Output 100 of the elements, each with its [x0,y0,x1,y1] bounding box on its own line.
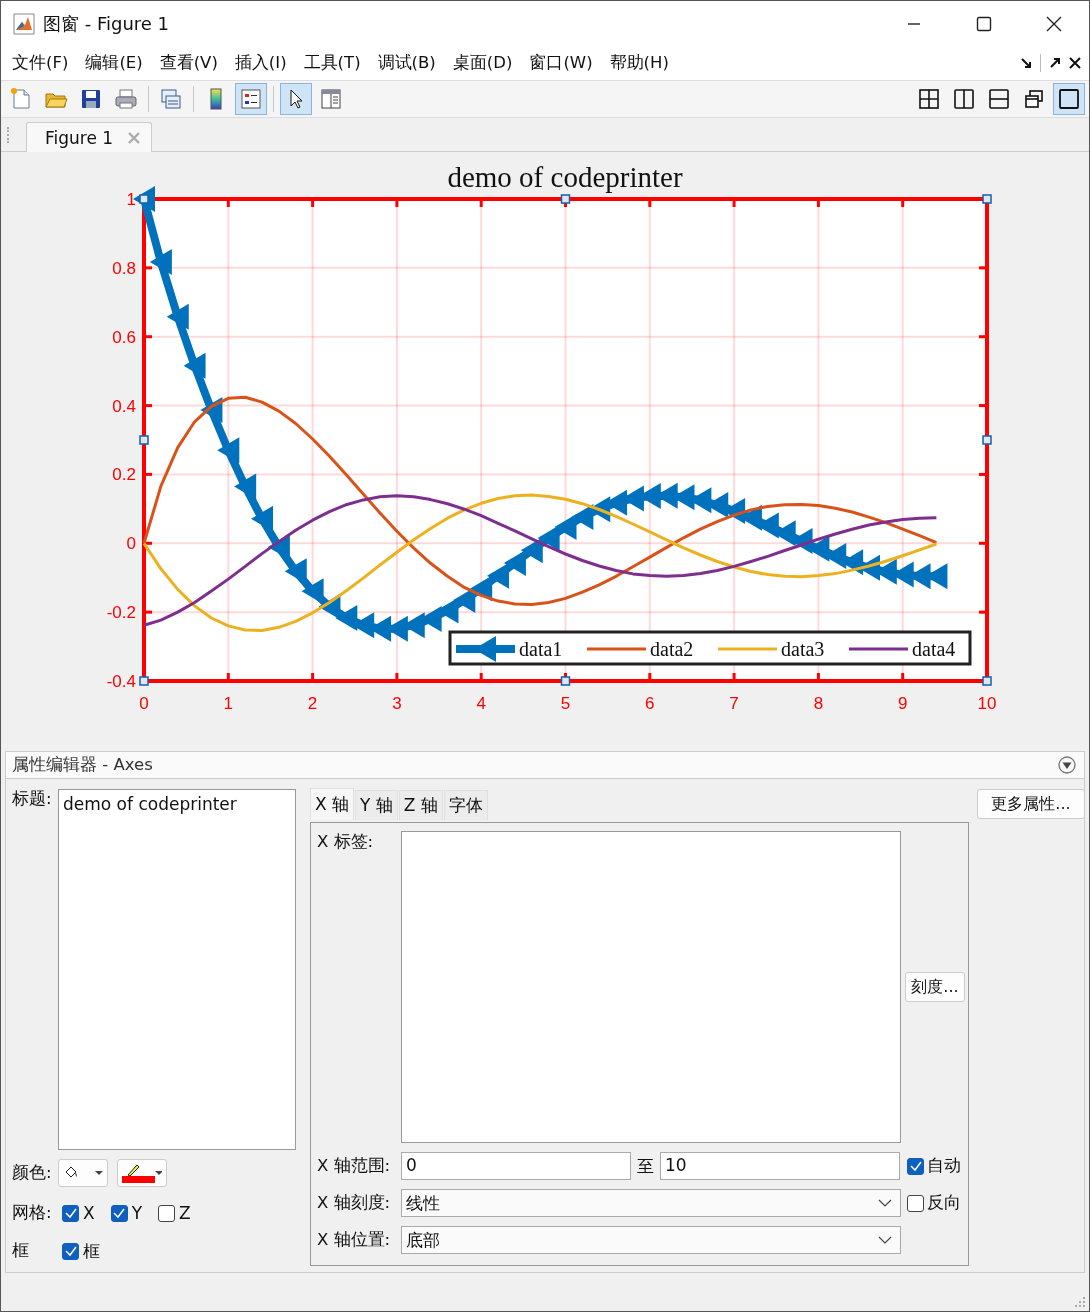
range-from-field[interactable]: 0 [401,1152,631,1180]
tick-label: -0.4 [106,672,136,691]
edge-color-button[interactable] [117,1159,167,1187]
selection-handle[interactable] [560,194,571,204]
triangle-marker [554,514,577,541]
minimize-icon [907,22,921,25]
legend-icon [239,87,263,111]
triangle-marker [537,525,560,552]
tick-label: 0.6 [112,327,136,347]
chevron-icon [878,1236,892,1244]
tick-label: 0 [139,694,149,713]
triangle-marker [183,352,206,379]
menu-item[interactable]: 桌面(D) [445,50,520,76]
checkbox[interactable] [62,1204,79,1222]
checkbox[interactable] [110,1204,128,1222]
legend-line [849,647,908,651]
legend-tool-button[interactable] [235,83,267,115]
arrow-icon[interactable] [1049,57,1061,69]
maximize-icon [976,15,992,32]
triangle-marker [234,473,257,500]
collapse-icon[interactable] [1058,756,1076,774]
range-separator: 至 [637,1154,654,1178]
legend-label: data4 [912,638,956,660]
tick-label: 0.8 [112,258,136,278]
close-icon[interactable] [1069,57,1081,69]
menu-item[interactable]: 编辑(E) [78,50,150,76]
checkbox[interactable] [907,1157,924,1175]
cols2-layout-icon [953,88,975,110]
title-field[interactable]: demo of codeprinter [58,789,296,1150]
print-icon [114,87,138,111]
field-label: X 标签: [317,831,375,853]
float-layout-icon [1023,88,1045,110]
checkbox-label: 自动 [927,1155,961,1177]
scale-dropdown[interactable]: 线性 [401,1189,901,1217]
field-label: X 轴范围: [317,1155,392,1177]
checkbox[interactable] [907,1194,924,1212]
checkbox-label: X [83,1203,95,1223]
fill-color-button[interactable] [58,1159,108,1187]
single-layout-button[interactable] [1053,83,1085,115]
selection-handle[interactable] [982,194,992,204]
tick-label: 10 [977,694,997,713]
xlabel-field[interactable] [401,831,901,1143]
pointer-tool-button[interactable] [280,83,312,115]
selection-handle[interactable] [139,435,149,445]
arrow-icon[interactable] [1020,57,1032,69]
field-label: 网格: [12,1202,53,1224]
tick-label: 7 [729,694,739,713]
tick-label: 9 [897,694,908,713]
triangle-marker [149,249,172,275]
chart-title: demo of codeprinter [447,161,683,193]
triangle-marker [335,605,358,631]
axis-tab[interactable]: X 轴 [310,788,355,820]
field-label: X 轴刻度: [317,1192,392,1214]
triangle-marker [301,578,324,605]
tick-label: 0.4 [112,396,136,416]
tick-label: 0.2 [112,465,136,485]
axis-tab[interactable]: Y 轴 [355,790,398,820]
axis-tab[interactable]: Z 轴 [398,790,443,820]
selection-handle[interactable] [139,194,149,204]
range-to-field[interactable]: 10 [660,1152,900,1180]
legend-label: data2 [650,638,694,660]
tick-label: 2 [307,694,318,713]
figure-tab[interactable]: Figure 1 [26,122,153,152]
window-title: 图窗 - Figure 1 [43,11,170,36]
caret-icon [155,1170,162,1176]
triangle-marker [487,562,510,589]
menu-item[interactable]: 帮助(H) [602,50,676,76]
inspector-icon [319,87,343,111]
ticks-button[interactable]: 刻度... [905,972,965,1002]
menu-item[interactable]: 窗口(W) [522,50,600,76]
field-label: 框 [12,1240,30,1262]
single-layout-icon [1058,88,1080,110]
checkbox[interactable] [62,1242,79,1260]
selection-handle[interactable] [982,676,992,686]
menu-item[interactable]: 调试(B) [370,50,443,76]
more-properties-button[interactable]: 更多属性... [977,789,1085,819]
selection-handle[interactable] [139,676,149,686]
tick-label: 0 [126,534,136,554]
checkbox-label: 反向 [927,1192,961,1214]
triangle-marker [217,437,240,464]
field-label: X 轴位置: [317,1229,392,1251]
tick-label: 6 [645,694,655,713]
axis-tab[interactable]: 字体 [443,790,488,820]
checkbox-label: Z [179,1203,191,1223]
selection-handle[interactable] [560,676,571,686]
tick-label: 4 [476,694,486,713]
selection-handle[interactable] [982,435,992,445]
menu-item[interactable]: 插入(I) [227,50,294,76]
menu-item[interactable]: 查看(V) [152,50,225,76]
triangle-marker [251,505,273,532]
menu-item[interactable]: 文件(F) [5,50,76,76]
triangle-marker [571,504,594,531]
triangle-marker [166,303,189,330]
rows2-layout-icon [988,88,1010,110]
resize-grip-icon[interactable] [1074,1296,1086,1308]
checkbox[interactable] [158,1204,176,1222]
menu-item[interactable]: 工具(T) [296,50,368,76]
close-icon [1046,15,1062,32]
triangle-marker [503,549,526,576]
location-dropdown[interactable]: 底部 [401,1226,901,1254]
